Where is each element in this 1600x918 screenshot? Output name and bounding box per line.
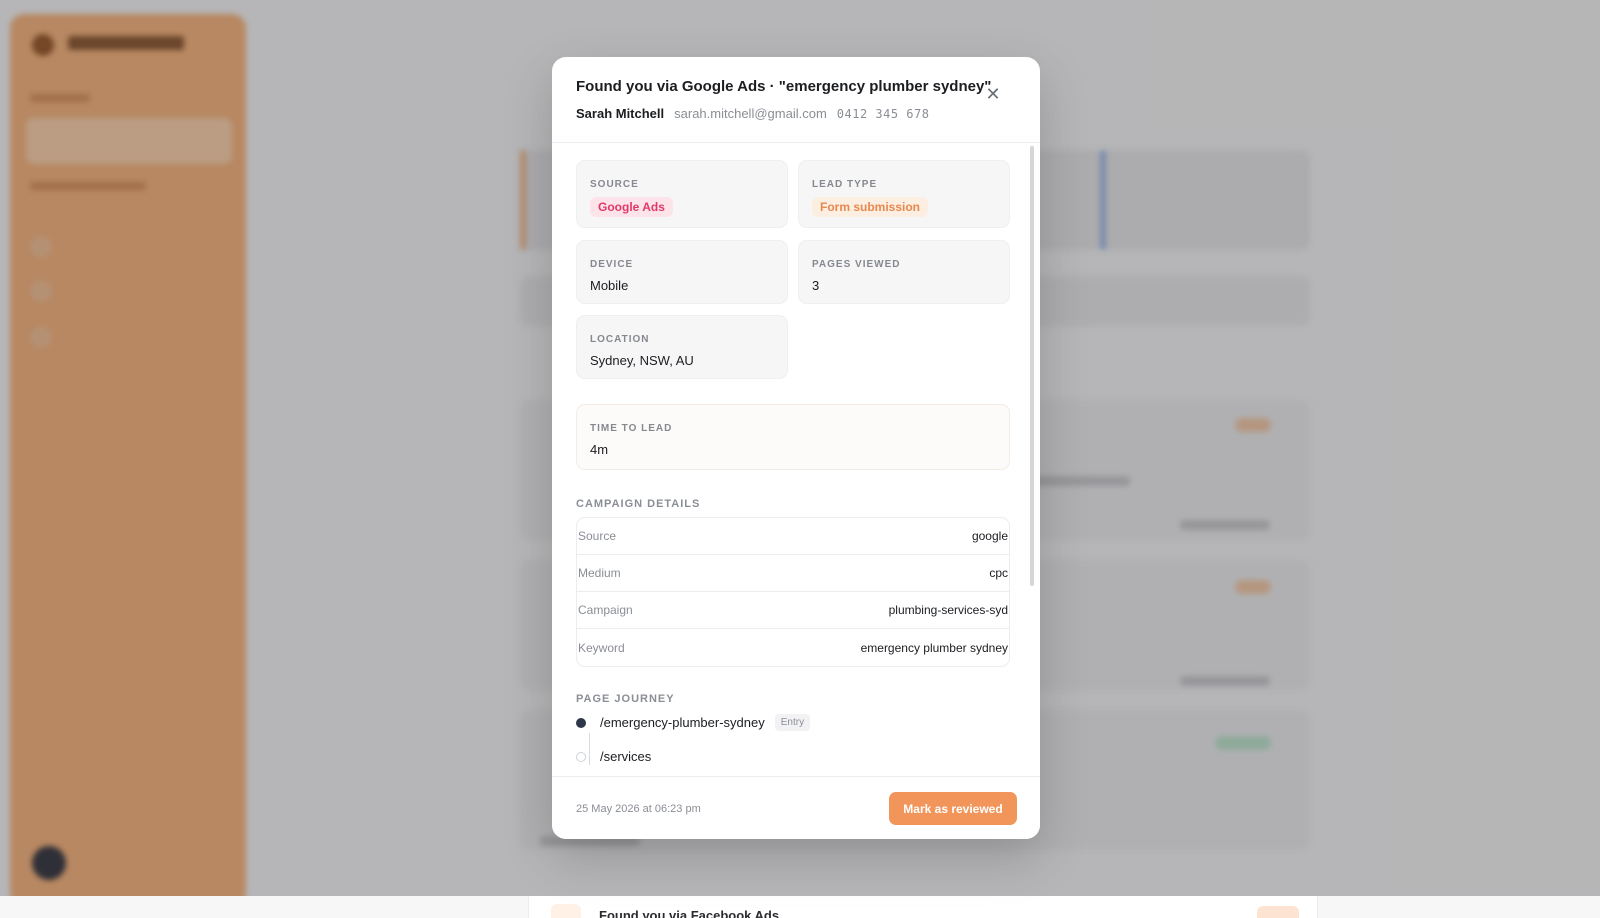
page-journey-title: PAGE JOURNEY: [576, 693, 675, 705]
status-badge: [1257, 906, 1299, 918]
contact-email[interactable]: sarah.mitchell@gmail.com: [674, 106, 827, 121]
location-card: LOCATION Sydney, NSW, AU: [576, 315, 788, 379]
campaign-details-table: Source google Medium cpc Campaign plumbi…: [576, 517, 1010, 667]
source-badge: Google Ads: [590, 197, 673, 217]
campaign-row-value: google: [971, 529, 1008, 543]
pages-viewed-card: PAGES VIEWED 3: [798, 240, 1010, 304]
time-to-lead-label: TIME TO LEAD: [590, 423, 673, 434]
campaign-row: Campaign plumbing-services-syd: [577, 592, 1009, 629]
campaign-row-key: Campaign: [578, 603, 633, 617]
campaign-row: Keyword emergency plumber sydney: [577, 629, 1009, 666]
modal-title: Found you via Google Ads · "emergency pl…: [576, 78, 992, 95]
background-lead-card: Found you via Facebook Ads: [528, 896, 1318, 918]
campaign-row: Source google: [577, 518, 1009, 555]
lead-detail-modal: Found you via Google Ads · "emergency pl…: [552, 57, 1040, 839]
campaign-row-key: Source: [578, 529, 617, 543]
campaign-row-value: plumbing-services-syd: [888, 603, 1008, 617]
time-to-lead-card: TIME TO LEAD 4m: [576, 404, 1010, 470]
campaign-row-value: emergency plumber sydney: [860, 640, 1008, 655]
lead-type-label: LEAD TYPE: [812, 179, 878, 190]
lead-type-card: LEAD TYPE Form submission: [798, 160, 1010, 228]
journey-path: /emergency-plumber-sydney: [600, 715, 765, 730]
mark-as-reviewed-button[interactable]: Mark as reviewed: [889, 792, 1017, 825]
campaign-row: Medium cpc: [577, 555, 1009, 592]
source-card: SOURCE Google Ads: [576, 160, 788, 228]
campaign-details-title: CAMPAIGN DETAILS: [576, 498, 701, 510]
lead-card-title: Found you via Facebook Ads: [599, 908, 780, 918]
scrollbar[interactable]: [1030, 146, 1034, 586]
journey-dot-icon: [576, 751, 586, 762]
campaign-row-value: cpc: [989, 566, 1008, 580]
location-value: Sydney, NSW, AU: [590, 353, 694, 368]
pages-viewed-label: PAGES VIEWED: [812, 259, 901, 270]
contact-name: Sarah Mitchell: [576, 106, 665, 121]
modal-footer: 25 May 2026 at 06:23 pm Mark as reviewed: [552, 776, 1040, 839]
location-label: LOCATION: [590, 334, 650, 345]
contact-info: Sarah Mitchell sarah.mitchell@gmail.com …: [576, 106, 929, 121]
campaign-row-key: Medium: [578, 566, 621, 580]
device-value: Mobile: [590, 278, 629, 293]
journey-step: /services: [576, 749, 651, 764]
journey-step-entry: /emergency-plumber-sydney Entry: [576, 714, 811, 731]
pages-viewed-value: 3: [812, 278, 820, 293]
source-label: SOURCE: [590, 179, 639, 190]
journey-dot-icon: [576, 717, 586, 728]
device-card: DEVICE Mobile: [576, 240, 788, 304]
lead-type-badge: Form submission: [812, 197, 929, 217]
close-icon[interactable]: ✕: [982, 83, 1004, 105]
contact-phone[interactable]: 0412 345 678: [837, 106, 930, 121]
journey-path: /services: [600, 749, 652, 764]
entry-badge: Entry: [774, 714, 811, 731]
modal-body[interactable]: SOURCE Google Ads LEAD TYPE Form submiss…: [552, 144, 1040, 776]
time-to-lead-value: 4m: [590, 442, 609, 457]
device-label: DEVICE: [590, 259, 634, 270]
campaign-row-key: Keyword: [578, 640, 625, 655]
lead-source-icon: [551, 904, 581, 918]
modal-header: Found you via Google Ads · "emergency pl…: [552, 57, 1040, 143]
lead-timestamp: 25 May 2026 at 06:23 pm: [576, 803, 701, 815]
